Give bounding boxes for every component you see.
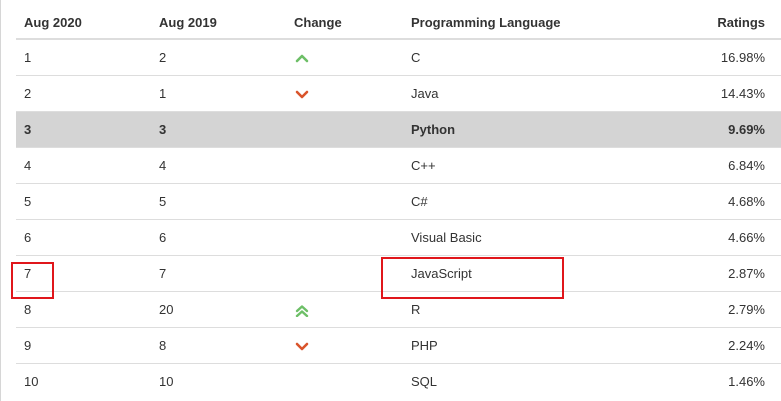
table-header-row: Aug 2020 Aug 2019 Change Programming Lan… — [16, 6, 781, 40]
cell-ratings: 6.84% — [653, 147, 781, 184]
cell-language: Python — [403, 111, 653, 148]
language-ranking-table: Aug 2020 Aug 2019 Change Programming Lan… — [16, 6, 781, 399]
table-row: 7 7 JavaScript 2.87% — [16, 255, 781, 292]
cell-language: C++ — [403, 147, 653, 184]
table-row: 4 4 C++ 6.84% — [16, 147, 781, 184]
cell-rank-aug-2020: 5 — [16, 183, 151, 220]
cell-language: SQL — [403, 363, 653, 399]
cell-change — [286, 363, 403, 399]
cell-ratings: 9.69% — [653, 111, 781, 148]
header-aug-2019[interactable]: Aug 2019 — [151, 6, 286, 40]
table-body: 1 2 C 16.98% 2 1 Java 14.43% 3 3 Python 9.69% 4 4 C++ 6… — [16, 38, 781, 399]
cell-rank-aug-2020: 3 — [16, 111, 151, 148]
cell-ratings: 1.46% — [653, 363, 781, 399]
cell-rank-aug-2020: 7 — [16, 255, 151, 292]
cell-rank-aug-2020: 2 — [16, 75, 151, 112]
cell-ratings: 2.87% — [653, 255, 781, 292]
table-row: 3 3 Python 9.69% — [16, 111, 781, 148]
cell-rank-aug-2019: 10 — [151, 363, 286, 399]
cell-language: R — [403, 291, 653, 328]
cell-rank-aug-2019: 4 — [151, 147, 286, 184]
header-change[interactable]: Change — [286, 6, 403, 40]
cell-rank-aug-2020: 10 — [16, 363, 151, 399]
table-row: 10 10 SQL 1.46% — [16, 363, 781, 399]
double-chevron-up-icon — [294, 303, 310, 318]
cell-language: JavaScript — [403, 255, 653, 292]
table-row: 5 5 C# 4.68% — [16, 183, 781, 220]
cell-ratings: 4.66% — [653, 219, 781, 256]
cell-rank-aug-2019: 6 — [151, 219, 286, 256]
cell-language: Java — [403, 75, 653, 112]
cell-rank-aug-2020: 9 — [16, 327, 151, 364]
header-programming-language[interactable]: Programming Language — [403, 6, 653, 40]
cell-rank-aug-2019: 5 — [151, 183, 286, 220]
cell-rank-aug-2020: 1 — [16, 38, 151, 76]
table-row: 6 6 Visual Basic 4.66% — [16, 219, 781, 256]
table-row: 8 20 R 2.79% — [16, 291, 781, 328]
cell-ratings: 2.79% — [653, 291, 781, 328]
cell-rank-aug-2020: 6 — [16, 219, 151, 256]
cell-language: C — [403, 38, 653, 76]
cell-change — [286, 255, 403, 292]
header-aug-2020[interactable]: Aug 2020 — [16, 6, 151, 40]
cell-change — [286, 38, 403, 76]
cell-change — [286, 183, 403, 220]
table-row: 2 1 Java 14.43% — [16, 75, 781, 112]
cell-ratings: 2.24% — [653, 327, 781, 364]
chevron-up-icon — [294, 51, 310, 65]
table-row: 1 2 C 16.98% — [16, 38, 781, 76]
cell-language: PHP — [403, 327, 653, 364]
cell-change — [286, 291, 403, 328]
cell-ratings: 14.43% — [653, 75, 781, 112]
cell-language: C# — [403, 183, 653, 220]
cell-ratings: 16.98% — [653, 38, 781, 76]
cell-rank-aug-2019: 7 — [151, 255, 286, 292]
cell-change — [286, 147, 403, 184]
table-row: 9 8 PHP 2.24% — [16, 327, 781, 364]
chevron-down-icon — [294, 87, 310, 101]
cell-rank-aug-2020: 8 — [16, 291, 151, 328]
cell-change — [286, 75, 403, 112]
cell-change — [286, 327, 403, 364]
cell-change — [286, 219, 403, 256]
cell-rank-aug-2019: 1 — [151, 75, 286, 112]
cell-rank-aug-2019: 3 — [151, 111, 286, 148]
cell-rank-aug-2019: 8 — [151, 327, 286, 364]
cell-change — [286, 111, 403, 148]
cell-rank-aug-2020: 4 — [16, 147, 151, 184]
cell-rank-aug-2019: 20 — [151, 291, 286, 328]
header-ratings[interactable]: Ratings — [653, 6, 781, 40]
cell-ratings: 4.68% — [653, 183, 781, 220]
left-border-line — [0, 0, 1, 401]
cell-language: Visual Basic — [403, 219, 653, 256]
cell-rank-aug-2019: 2 — [151, 38, 286, 76]
chevron-down-icon — [294, 339, 310, 353]
